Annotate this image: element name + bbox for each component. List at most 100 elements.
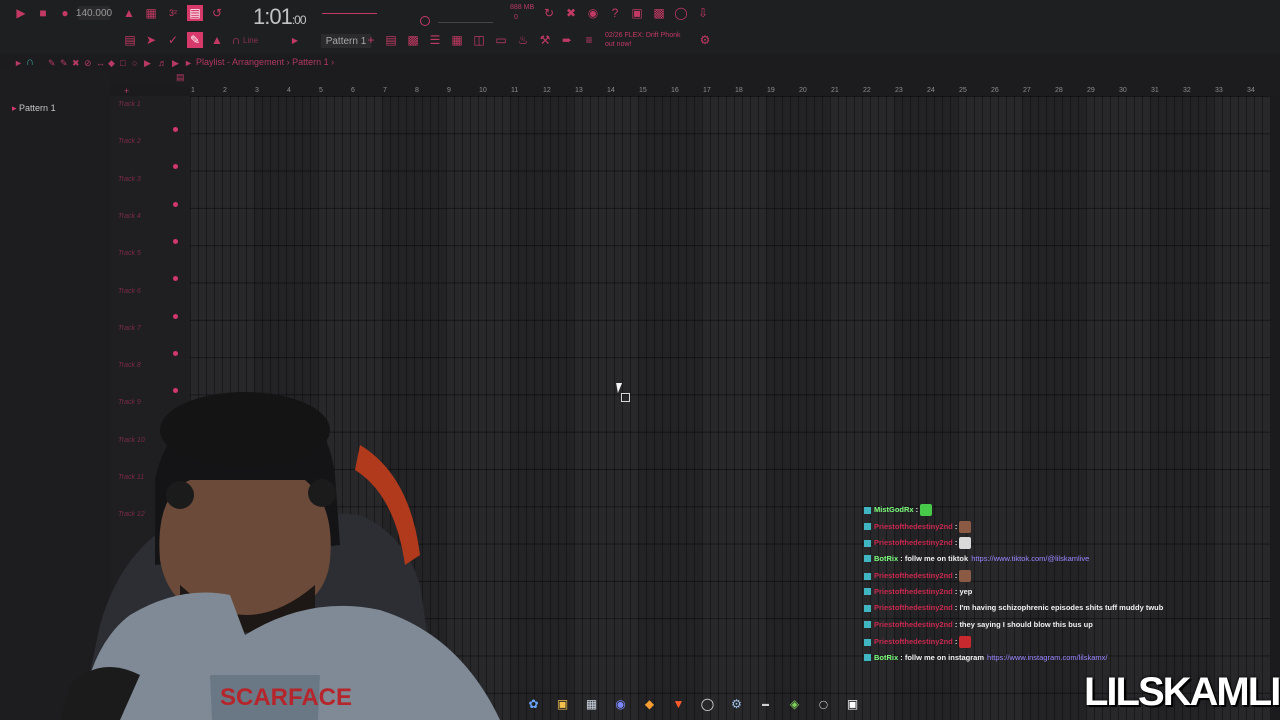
track-label[interactable]: Track 1: [118, 101, 141, 108]
tools-icon[interactable]: ⚒: [538, 33, 552, 47]
loop-icon[interactable]: ▶: [172, 58, 179, 69]
chat-username[interactable]: Priestofthedestiny2nd: [874, 571, 953, 580]
chat-link[interactable]: https://www.instagram.com/lilskamx/: [987, 653, 1107, 662]
track-label[interactable]: Track 2: [118, 138, 141, 145]
browser-icon[interactable]: ◫: [472, 33, 486, 47]
slip-tool-icon[interactable]: ↔: [96, 58, 105, 68]
piano-roll-icon[interactable]: ▤: [176, 72, 185, 83]
track-label[interactable]: Track 6: [118, 288, 141, 295]
chat-username[interactable]: Priestofthedestiny2nd: [874, 603, 953, 612]
magnet-snap-icon[interactable]: ∩: [26, 56, 34, 68]
brave-icon[interactable]: ▼: [670, 696, 687, 713]
chat-icon[interactable]: ◯: [674, 6, 688, 20]
delete-tool-icon[interactable]: ✖: [72, 58, 80, 69]
play-icon[interactable]: ▶: [14, 6, 28, 20]
app-icon[interactable]: ▬: [757, 696, 774, 713]
stamp-icon[interactable]: ▲: [210, 33, 224, 47]
touch-icon[interactable]: ♨: [516, 33, 530, 47]
mute-tool-icon[interactable]: ⊘: [84, 58, 92, 69]
breadcrumb: Playlist - Arrangement › Pattern 1 ›: [196, 57, 334, 67]
select-tool-icon[interactable]: □: [120, 58, 125, 68]
chevron-right-icon[interactable]: ▶: [290, 33, 300, 47]
channel-rack-icon[interactable]: ▩: [406, 33, 420, 47]
wait-icon[interactable]: ▦: [144, 6, 158, 20]
track-label[interactable]: Track 7: [118, 325, 141, 332]
step-sequencer-icon[interactable]: ▦: [450, 33, 464, 47]
file-explorer-icon[interactable]: ▣: [554, 696, 571, 713]
master-volume-slider[interactable]: [322, 13, 377, 14]
slice-tool-icon[interactable]: ◆: [108, 58, 115, 69]
chat-username[interactable]: MistGodRx: [874, 505, 914, 514]
add-track-icon[interactable]: +: [124, 86, 129, 96]
breadcrumb-pattern[interactable]: Pattern 1: [292, 57, 329, 67]
track-label[interactable]: Track 5: [118, 250, 141, 257]
playback-tool-icon[interactable]: ▶: [144, 58, 151, 69]
countdown-icon[interactable]: 3²: [166, 6, 180, 20]
obs-icon[interactable]: ◯: [699, 696, 716, 713]
news-hint[interactable]: 02/26 FLEX: Drift Phonk out now!: [605, 31, 695, 49]
chat-username[interactable]: Priestofthedestiny2nd: [874, 587, 953, 596]
loop-record-icon[interactable]: ↺: [210, 6, 224, 20]
snap-selector[interactable]: Line: [243, 36, 258, 45]
playlist-view-icon[interactable]: ▤: [384, 33, 398, 47]
mic-icon[interactable]: ◉: [586, 6, 600, 20]
download-icon[interactable]: ⇩: [696, 6, 710, 20]
cut-icon[interactable]: ✖: [564, 6, 578, 20]
capcut-icon[interactable]: ▣: [844, 696, 861, 713]
chat-username[interactable]: Priestofthedestiny2nd: [874, 521, 953, 530]
stack-icon[interactable]: ◈: [786, 696, 803, 713]
fl-studio-icon[interactable]: ◆: [641, 696, 658, 713]
pattern-selector[interactable]: Pattern 1: [321, 34, 371, 48]
pencil-icon[interactable]: ✎: [187, 32, 203, 48]
settings-icon[interactable]: ⚙: [698, 33, 712, 47]
piano-icon[interactable]: ▤: [122, 33, 138, 47]
record-icon[interactable]: ●: [58, 6, 72, 20]
chat-username[interactable]: BotRix: [874, 554, 898, 563]
store-icon[interactable]: ▦: [583, 696, 600, 713]
track-mute-toggle[interactable]: [173, 127, 178, 132]
arrow-right-icon[interactable]: ➤: [144, 33, 158, 47]
chat-message: Priestofthedestiny2nd : yep: [864, 587, 1174, 604]
playlist-menu-icon[interactable]: ►: [14, 58, 23, 68]
track-mute-toggle[interactable]: [173, 313, 178, 319]
chat-message: Priestofthedestiny2nd : I'm having schiz…: [864, 603, 1174, 620]
chat-username[interactable]: BotRix: [874, 653, 898, 662]
track-mute-toggle[interactable]: [173, 238, 178, 244]
paint-tool-icon[interactable]: ✎: [60, 58, 68, 69]
help-icon[interactable]: ?: [608, 6, 622, 20]
discord-icon[interactable]: ◉: [612, 696, 629, 713]
zoom-tool-icon[interactable]: ○: [132, 58, 137, 68]
menu-icon[interactable]: ≡: [582, 33, 596, 47]
brush-icon[interactable]: ✓: [166, 33, 180, 47]
copilot-icon[interactable]: ✿: [525, 696, 542, 713]
template-icon[interactable]: ➨: [560, 33, 574, 47]
magnet-icon[interactable]: ∩: [229, 33, 243, 47]
tempo-display[interactable]: 140.000: [76, 6, 112, 20]
steam-icon[interactable]: ⚙: [728, 696, 745, 713]
save-icon[interactable]: ▣: [630, 6, 644, 20]
chat-username[interactable]: Priestofthedestiny2nd: [874, 538, 953, 547]
picker-pattern-item[interactable]: ▸ Pattern 1: [12, 103, 56, 114]
step-edit-icon[interactable]: ▤: [187, 5, 203, 21]
video-icon[interactable]: ◯: [815, 696, 832, 713]
timeline-ruler[interactable]: 1 2 3 4 5 6 7 8 9 10 11 12 13 14 15 16 17 18 19 20 21 22 23 24 2…: [190, 86, 1280, 96]
breadcrumb-view[interactable]: Arrangement: [232, 57, 284, 67]
add-pattern-icon[interactable]: +: [366, 33, 376, 47]
track-label[interactable]: Track 3: [118, 176, 141, 183]
track-label[interactable]: Track 4: [118, 213, 141, 220]
plugin-icon[interactable]: ▩: [652, 6, 666, 20]
chat-username[interactable]: Priestofthedestiny2nd: [874, 620, 953, 629]
draw-tool-icon[interactable]: ✎: [48, 58, 56, 69]
chat-link[interactable]: https://www.tiktok.com/@lilskamlive: [971, 554, 1089, 563]
speaker-icon[interactable]: ♬: [158, 58, 167, 68]
stop-icon[interactable]: ■: [36, 6, 50, 20]
track-mute-toggle[interactable]: [173, 201, 178, 207]
master-pitch-knob[interactable]: [420, 16, 430, 26]
undo-history-icon[interactable]: ↻: [542, 6, 556, 20]
track-label[interactable]: Track 8: [118, 362, 141, 369]
mixer-icon[interactable]: ☰: [428, 33, 442, 47]
chat-username[interactable]: Priestofthedestiny2nd: [874, 637, 953, 646]
plugin-db-icon[interactable]: ▭: [494, 33, 508, 47]
metronome-icon[interactable]: ▲: [122, 6, 136, 20]
track-mute-toggle[interactable]: [173, 350, 178, 356]
